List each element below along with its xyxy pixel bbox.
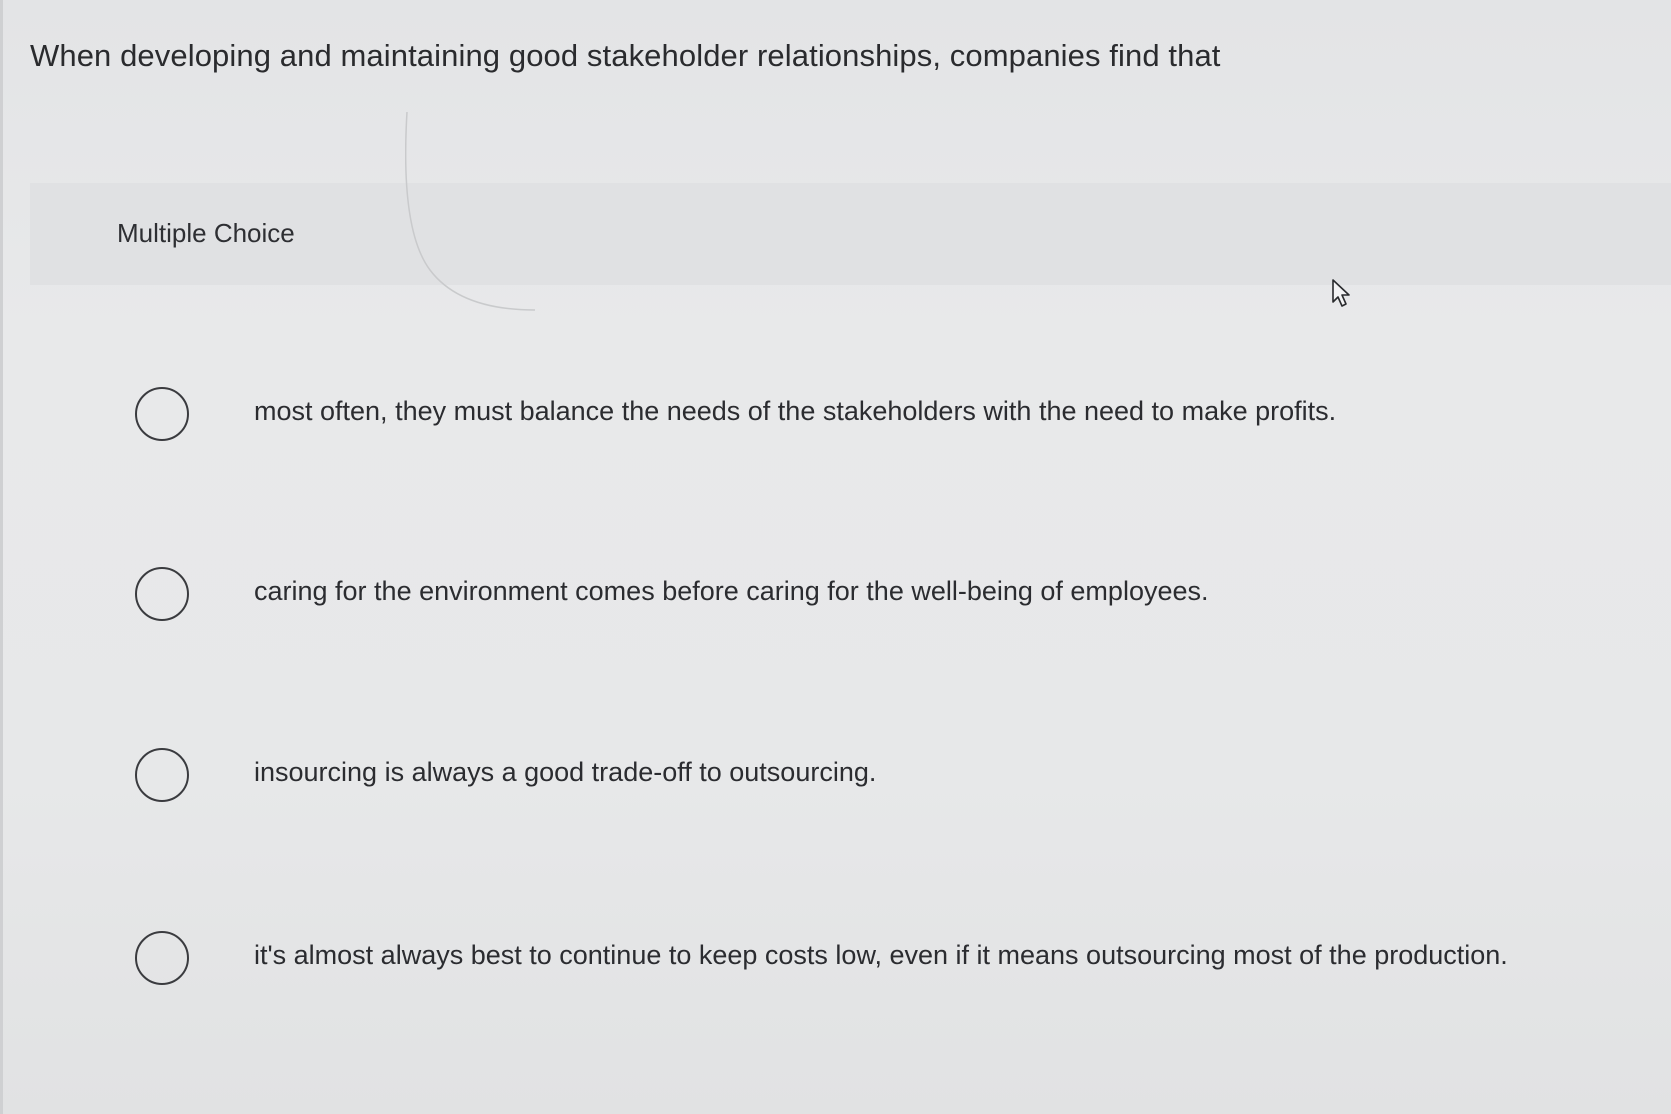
answer-option-2-label[interactable]: caring for the environment comes before … xyxy=(254,576,1209,607)
radio-button-4[interactable] xyxy=(135,931,189,985)
answer-option-3-label[interactable]: insourcing is always a good trade-off to… xyxy=(254,757,876,788)
answer-option-3[interactable]: insourcing is always a good trade-off to… xyxy=(0,748,1671,828)
screen: When developing and maintaining good sta… xyxy=(0,0,1671,1114)
radio-button-3[interactable] xyxy=(135,748,189,802)
answer-option-4[interactable]: it's almost always best to continue to k… xyxy=(0,931,1671,1011)
radio-button-1[interactable] xyxy=(135,387,189,441)
answer-option-1-label[interactable]: most often, they must balance the needs … xyxy=(254,396,1336,427)
multiple-choice-label: Multiple Choice xyxy=(117,218,295,248)
radio-button-2[interactable] xyxy=(135,567,189,621)
mouse-pointer-icon xyxy=(1332,279,1350,307)
question-prompt: When developing and maintaining good sta… xyxy=(30,38,1221,73)
answer-option-1[interactable]: most often, they must balance the needs … xyxy=(0,387,1671,467)
answer-option-2[interactable]: caring for the environment comes before … xyxy=(0,567,1671,647)
answer-option-4-label[interactable]: it's almost always best to continue to k… xyxy=(254,940,1508,971)
